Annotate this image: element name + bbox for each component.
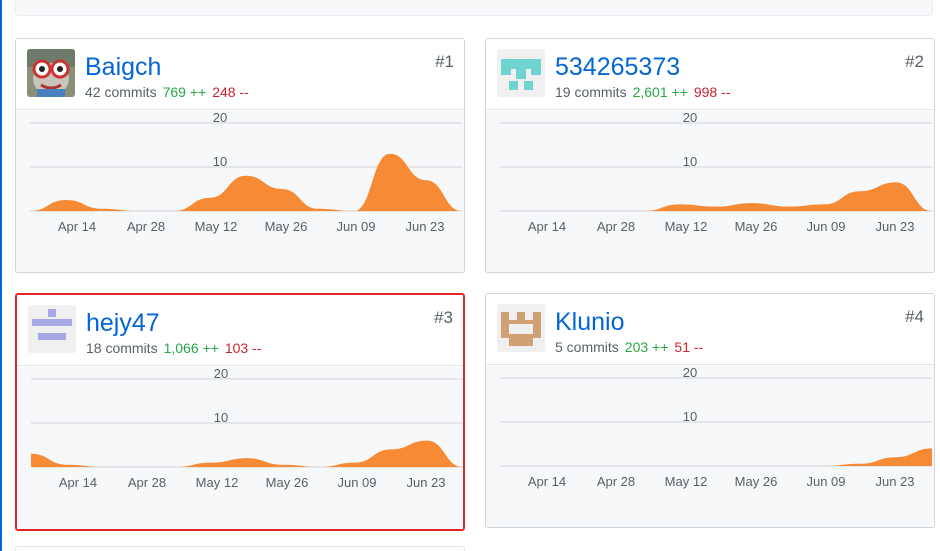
x-tick-label: Apr 28 (127, 219, 165, 234)
y-tick-label: 20 (683, 366, 697, 380)
x-tick-label: Jun 23 (875, 219, 914, 234)
commit-area-series (500, 182, 932, 211)
rank-label: #4 (905, 307, 924, 326)
contributor-card: Klunio 5 commits 203 ++ 51 -- #4 10 20 Apr 1… (485, 293, 935, 528)
y-tick-label: 10 (683, 409, 697, 424)
x-tick-label: May 12 (665, 219, 708, 234)
deletions-count: 51 -- (674, 339, 704, 355)
y-tick-label: 20 (213, 111, 227, 125)
deletions-count: 103 -- (224, 340, 262, 356)
commit-count: 18 commits (86, 340, 158, 356)
contributor-card: 534265373 19 commits 2,601 ++ 998 -- #2 10… (485, 38, 935, 273)
commit-activity-chart: 10 20 Apr 14 Apr 28 May 12 May 26 Jun 09 Jun 23 (486, 366, 934, 527)
y-tick-label: 10 (214, 410, 228, 425)
x-tick-label: May 26 (735, 219, 778, 234)
x-tick-label: Apr 14 (58, 219, 96, 234)
x-tick-label: Jun 09 (337, 475, 376, 490)
x-tick-label: Jun 09 (806, 474, 845, 489)
contributor-stats: 19 commits 2,601 ++ 998 -- (555, 83, 730, 101)
card-header: Klunio 5 commits 203 ++ 51 -- #4 (486, 294, 934, 365)
additions-count: 1,066 ++ (163, 340, 219, 356)
additions-count: 2,601 ++ (632, 84, 688, 100)
commit-count: 5 commits (555, 339, 619, 355)
y-tick-label: 20 (683, 111, 697, 125)
rank-label: #1 (435, 52, 454, 71)
commit-count: 42 commits (85, 84, 157, 100)
x-tick-label: May 26 (266, 475, 309, 490)
deletions-count: 248 -- (212, 84, 249, 100)
contributor-card-highlighted: hejy47 18 commits 1,066 ++ 103 -- #3 10 20 A… (15, 293, 465, 531)
chart-svg: 10 20 Apr 14 Apr 28 May 12 May 26 Jun 09 Jun 23 (31, 367, 463, 490)
card-header: Baigch 42 commits 769 ++ 248 -- #1 (16, 39, 464, 110)
additions-count: 769 ++ (162, 84, 207, 100)
rank-label: #3 (434, 308, 453, 327)
contributor-username-link[interactable]: 534265373 (555, 52, 680, 82)
rank-label: #2 (905, 52, 924, 71)
contributor-stats: 42 commits 769 ++ 248 -- (85, 83, 249, 101)
identicon-teal-icon[interactable] (497, 49, 545, 97)
y-tick-label: 20 (214, 367, 228, 381)
x-tick-label: Jun 09 (806, 219, 845, 234)
x-tick-label: Apr 28 (597, 219, 635, 234)
top-panel (15, 0, 933, 16)
contributor-stats: 5 commits 203 ++ 51 -- (555, 338, 703, 356)
x-tick-label: May 26 (735, 474, 778, 489)
commit-activity-chart: 10 20 Apr 14 Apr 28 May 12 May 26 Jun 09 Jun 23 (486, 111, 934, 272)
x-tick-label: May 26 (265, 219, 308, 234)
page-left-border (0, 0, 2, 551)
deletions-count: 998 -- (693, 84, 731, 100)
additions-count: 203 ++ (624, 339, 669, 355)
contributor-username-link[interactable]: hejy47 (86, 308, 160, 338)
x-tick-label: Apr 28 (597, 474, 635, 489)
x-tick-label: Jun 23 (875, 474, 914, 489)
contributor-username-link[interactable]: Baigch (85, 52, 161, 82)
commit-area-series (31, 440, 463, 467)
contributor-stats: 18 commits 1,066 ++ 103 -- (86, 339, 261, 357)
card-header: hejy47 18 commits 1,066 ++ 103 -- #3 (17, 295, 463, 366)
commit-area-series (500, 448, 932, 466)
commit-area-series (30, 153, 462, 211)
commit-activity-chart: 10 20 Apr 14 Apr 28 May 12 May 26 Jun 09 Jun 23 (16, 111, 464, 272)
x-tick-label: May 12 (195, 219, 238, 234)
x-tick-label: May 12 (196, 475, 239, 490)
commit-count: 19 commits (555, 84, 627, 100)
x-tick-label: Apr 28 (128, 475, 166, 490)
card-header: 534265373 19 commits 2,601 ++ 998 -- #2 (486, 39, 934, 110)
frog-avatar-icon[interactable] (27, 49, 75, 97)
identicon-lavender-icon[interactable] (28, 305, 76, 353)
chart-svg: 10 20 Apr 14 Apr 28 May 12 May 26 Jun 09 Jun 23 (30, 111, 462, 234)
x-tick-label: Apr 14 (528, 219, 566, 234)
y-tick-label: 10 (683, 154, 697, 169)
x-tick-label: Jun 09 (336, 219, 375, 234)
x-tick-label: May 12 (665, 474, 708, 489)
x-tick-label: Jun 23 (405, 219, 444, 234)
chart-svg: 10 20 Apr 14 Apr 28 May 12 May 26 Jun 09 Jun 23 (500, 366, 932, 489)
x-tick-label: Apr 14 (59, 475, 97, 490)
contributor-card: Baigch 42 commits 769 ++ 248 -- #1 10 20 Apr… (15, 38, 465, 273)
x-tick-label: Jun 23 (406, 475, 445, 490)
next-contributor-card (15, 546, 465, 551)
chart-svg: 10 20 Apr 14 Apr 28 May 12 May 26 Jun 09 Jun 23 (500, 111, 932, 234)
identicon-tan-icon[interactable] (497, 304, 545, 352)
x-tick-label: Apr 14 (528, 474, 566, 489)
y-tick-label: 10 (213, 154, 227, 169)
contributor-username-link[interactable]: Klunio (555, 307, 625, 337)
commit-activity-chart: 10 20 Apr 14 Apr 28 May 12 May 26 Jun 09 Jun 23 (17, 367, 463, 529)
